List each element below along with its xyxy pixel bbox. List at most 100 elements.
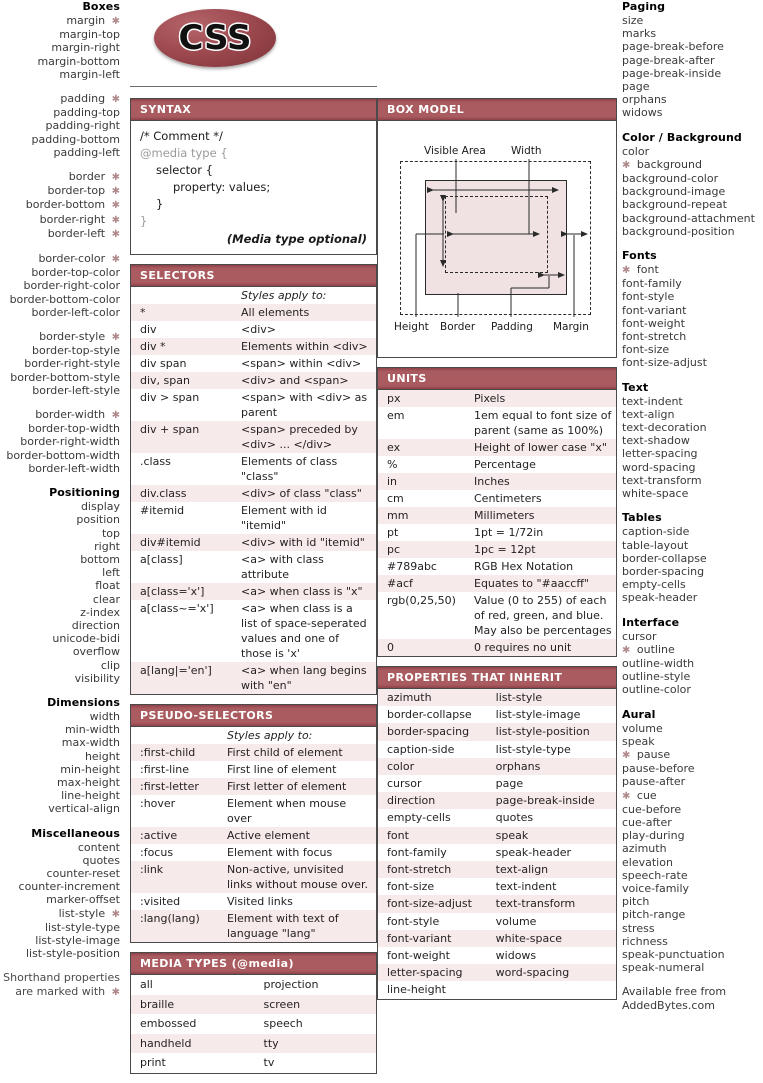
property-group-title: Dimensions <box>47 695 120 709</box>
asterisk-icon: ✱ <box>622 749 631 761</box>
table-cell-right: page-break-inside <box>491 792 616 810</box>
property-item: speak-numeral <box>622 961 763 974</box>
table-cell-value: Elements of class "class" <box>241 455 338 483</box>
table-cell-value: <a> when class is a list of space-sepera… <box>241 602 367 660</box>
pseudo-selectors-table: Styles apply to::first-child First child … <box>131 727 376 942</box>
table-row: pt 1pt = 1/72in <box>378 524 616 541</box>
property-name: cue <box>636 788 657 802</box>
table-row: font-weight widows <box>378 947 616 964</box>
table-cell-value: <div> <box>241 323 276 336</box>
property-name: border-width <box>35 408 106 422</box>
property-name: pitch-range <box>622 908 686 922</box>
property-name: outline-color <box>622 683 691 697</box>
table-row: border-spacing list-style-position <box>378 723 616 741</box>
syntax-line: /* Comment */ <box>140 129 223 143</box>
table-row: print tv <box>131 1053 376 1073</box>
table-row: font-style volume <box>378 913 616 930</box>
table-cell-key: :lang(lang) <box>131 910 218 942</box>
table-cell-left: border-spacing <box>378 723 492 741</box>
table-cell-right: speak <box>491 826 616 844</box>
property-name: position <box>76 513 120 527</box>
table-row: :link Non-active, unvisited links without… <box>131 861 376 893</box>
table-cell-right: word-spacing <box>491 964 616 982</box>
property-name: z-index <box>80 605 120 619</box>
property-item: border-spacing <box>622 565 763 578</box>
property-name: font <box>636 263 659 277</box>
property-name: volume <box>622 721 663 735</box>
property-name: elevation <box>622 855 673 869</box>
property-group-title: Interface <box>622 615 680 629</box>
property-item: display <box>0 500 120 513</box>
middle-column: CSS SYNTAX /* Comment */ @media type {sel… <box>130 0 377 1083</box>
table-cell-key: a[class] <box>140 553 183 566</box>
table-row: font-family speak-header <box>378 844 616 861</box>
property-group-title: Tables <box>622 511 662 525</box>
property-name: counter-reset <box>46 866 120 880</box>
table-cell-left: font <box>378 826 492 844</box>
table-cell-right: list-style <box>491 689 616 707</box>
property-name: padding-right <box>45 119 120 133</box>
property-item: margin ✱ <box>0 14 120 28</box>
table-row: ex Height of lower case "x" <box>378 439 616 456</box>
table-cell-value: Element with focus <box>227 846 333 859</box>
table-row: a[class] <a> with class attribute <box>131 551 376 583</box>
table-row: div * Elements within <div> <box>131 338 376 355</box>
table-row: 00 requires no unit <box>378 639 616 656</box>
property-item: font-variant <box>622 304 763 317</box>
table-row: a[class~='x'] <a> when class is a list of… <box>131 600 376 662</box>
table-row: a[lang|='en'] <a> when lang begins with "… <box>131 662 376 694</box>
table-cell-right: list-style-position <box>491 723 616 741</box>
table-cell-left: handheld <box>131 1033 260 1053</box>
box-model-label-border: Border <box>440 321 476 333</box>
property-item: table-layout <box>622 539 763 552</box>
property-item: border ✱ <box>0 170 120 184</box>
property-name: margin-bottom <box>37 54 120 68</box>
table-row: :visited Visited links <box>131 893 376 910</box>
property-item: speak <box>622 735 763 748</box>
pseudo-selectors-table-wrap: Styles apply to::first-child First child … <box>131 727 376 942</box>
property-item: elevation <box>622 856 763 869</box>
property-group: Miscellaneous content quotes counter-reset c… <box>0 827 120 961</box>
property-item: left <box>0 566 120 579</box>
property-item: quotes <box>0 854 121 867</box>
table-cell-left: embossed <box>140 1017 197 1030</box>
table-cell-right <box>492 981 616 998</box>
property-name: border-left-color <box>31 305 120 319</box>
shorthand-footnote: Shorthand properties are marked with ✱ <box>0 971 120 998</box>
table-cell-right: text-align <box>491 861 616 879</box>
property-item: stress <box>622 922 763 935</box>
table-cell-value: Element with id "itemid" <box>241 504 327 532</box>
property-group: Paging size marks page-break-before page-bre… <box>622 0 763 120</box>
property-item: font-weight <box>622 317 763 330</box>
table-cell-key: a[class~='x'] <box>140 602 214 615</box>
property-item: border-right-width <box>0 435 120 448</box>
property-item: orphans <box>622 93 763 106</box>
property-item: counter-reset <box>0 867 120 880</box>
property-name: text-align <box>622 407 675 421</box>
table-row: % Percentage <box>378 456 616 473</box>
table-cell-value: Inches <box>465 473 616 490</box>
property-group: border-style ✱ border-top-style border-rig… <box>0 330 120 397</box>
asterisk-icon: ✱ <box>622 790 631 802</box>
property-name: border-right-color <box>23 279 120 293</box>
table-row: rgb(0,25,50) Value (0 to 255) of each of … <box>378 592 616 639</box>
table-cell-key: pt <box>387 526 399 539</box>
property-item: font-size <box>622 343 763 356</box>
property-item: pause-before <box>622 762 763 775</box>
table-row: :first-line First line of element <box>131 761 376 778</box>
asterisk-icon: ✱ <box>111 16 120 27</box>
panel-inherit: PROPERTIES THAT INHERIT azimuth list-styl… <box>377 666 617 1000</box>
property-group-title: Paging <box>622 0 666 13</box>
property-name: background-image <box>622 185 726 199</box>
property-item: clip <box>0 659 120 672</box>
table-row: div > span <span> with <div> as parent <box>131 389 376 421</box>
table-cell-key: :active <box>131 827 218 844</box>
table-row: .class Elements of class "class" <box>131 453 376 485</box>
table-row: div.class <div> of class "class" <box>131 485 376 502</box>
header-divider <box>130 86 377 87</box>
property-name: line-height <box>61 789 120 803</box>
property-item: border-left ✱ <box>0 227 120 241</box>
property-item: width <box>0 710 120 723</box>
table-cell-left: braille <box>131 994 260 1014</box>
table-cell-right: volume <box>495 914 537 928</box>
